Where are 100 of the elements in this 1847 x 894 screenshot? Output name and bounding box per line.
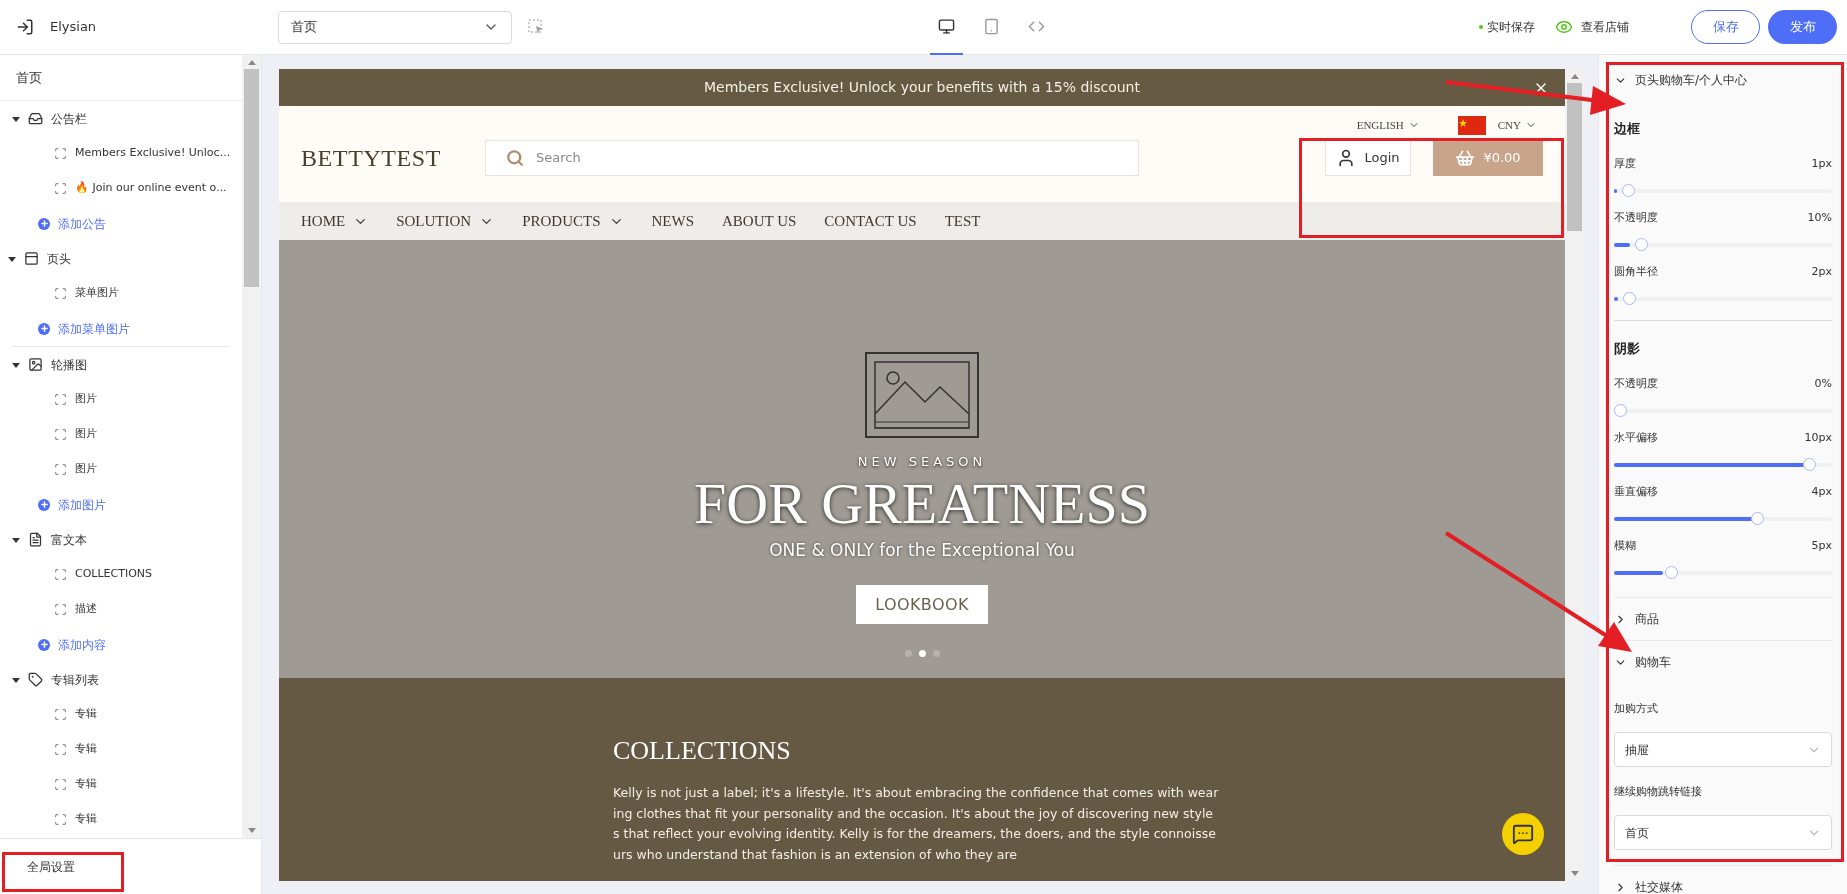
tree-item[interactable]: 菜单图片 [75, 285, 119, 302]
slider-thumb[interactable] [1665, 566, 1679, 579]
add-link[interactable]: 添加菜单图片 [58, 319, 130, 338]
tree-item[interactable]: 🔥 Join our online event o... [75, 180, 227, 197]
nav-link[interactable]: TEST [944, 209, 981, 233]
caret-down-icon[interactable] [8, 254, 16, 263]
collections-text: Kelly is not just a label; it's a lifestyle. It's about embracing the confidence that comes with wearing clothes that fit your personality and the occasion. It's about the joy of discovering new styles that reflect your evolving identity. Kelly is for the dreamers, the doers, and the style connoisseurs who understand that fashion is an extension of who they are [613, 784, 1219, 864]
slider-track[interactable] [1614, 292, 1832, 305]
select-element-icon[interactable] [528, 19, 544, 35]
caret-down-icon[interactable] [12, 114, 20, 123]
select-field[interactable]: 首页 [1614, 815, 1832, 850]
slider-thumb[interactable] [1614, 404, 1627, 417]
scroll-down-icon[interactable] [1570, 871, 1579, 876]
add-icon [38, 638, 50, 651]
slider-thumb[interactable] [1634, 238, 1648, 251]
slider-track[interactable] [1614, 512, 1832, 525]
tree-item[interactable]: 图片 [75, 426, 97, 443]
global-settings-link[interactable]: 全局设置 [27, 857, 75, 876]
tree-item[interactable]: COLLECTIONS [75, 566, 153, 583]
field-label: 继续购物跳转链接 [1614, 785, 1703, 799]
collections-title: COLLECTIONS [613, 735, 792, 767]
search-field[interactable]: Search [485, 140, 1139, 176]
slider-value: 5px [1811, 539, 1832, 553]
nav-link[interactable]: HOME [301, 209, 369, 233]
add-link[interactable]: 添加图片 [58, 495, 106, 514]
nav-link[interactable]: SOLUTION [396, 209, 495, 233]
add-link[interactable]: 添加内容 [58, 635, 106, 654]
slider-thumb[interactable] [1622, 184, 1636, 197]
language-select[interactable]: ENGLISH [1356, 116, 1420, 134]
scroll-up-icon[interactable] [247, 60, 256, 65]
bracket-icon [54, 393, 67, 406]
slider-track[interactable] [1614, 184, 1832, 197]
scrollbar[interactable] [242, 55, 261, 838]
select-field[interactable]: 抽屉 [1614, 732, 1832, 767]
tree-item[interactable]: 专辑 [75, 706, 97, 723]
section-label[interactable]: 轮播图 [51, 355, 87, 374]
slider-thumb[interactable] [1623, 292, 1637, 305]
slider-value: 10% [1807, 211, 1832, 225]
add-icon [38, 217, 50, 230]
lookbook-button[interactable]: LOOKBOOK [856, 585, 988, 624]
slider-value: 1px [1811, 157, 1832, 171]
tree-item[interactable]: 专辑 [75, 811, 97, 828]
section-title[interactable]: 商品 [1635, 610, 1659, 628]
scrollbar[interactable] [1565, 69, 1584, 881]
caret-down-icon[interactable] [12, 360, 20, 369]
bracket-icon [54, 778, 67, 791]
site-name: Elysian [50, 18, 98, 37]
bracket-icon [54, 463, 67, 476]
slider-thumb[interactable] [1802, 458, 1816, 471]
bracket-icon [54, 428, 67, 441]
section-title[interactable]: 页头购物车/个人中心 [1635, 71, 1748, 89]
tree-item[interactable]: Members Exclusive! Unloc... [75, 145, 231, 162]
section-label[interactable]: 页头 [47, 249, 71, 268]
view-store-link[interactable]: 查看店铺 [1581, 18, 1629, 36]
caret-down-icon[interactable] [12, 675, 20, 684]
currency-select[interactable]: CNY [1497, 116, 1537, 134]
tree-item[interactable]: 专辑 [75, 741, 97, 758]
scrollbar-thumb[interactable] [1567, 83, 1582, 231]
publish-button[interactable]: 发布 [1768, 10, 1837, 44]
login-button[interactable]: Login [1325, 140, 1411, 176]
tree-item[interactable]: 图片 [75, 461, 97, 478]
basket-icon [1455, 148, 1476, 168]
chat-icon [1512, 823, 1534, 845]
monitor-icon [938, 17, 955, 35]
tag-icon [28, 672, 43, 687]
nav-link[interactable]: PRODUCTS [522, 209, 624, 233]
slider-value: 2px [1811, 265, 1832, 279]
nav-link[interactable]: NEWS [651, 209, 695, 233]
slider-track[interactable] [1614, 566, 1832, 579]
tree-item[interactable]: 图片 [75, 391, 97, 408]
scroll-up-icon[interactable] [1570, 74, 1579, 79]
slider-value: 0% [1814, 377, 1832, 391]
flag-icon [1457, 115, 1486, 135]
slider-label: 水平偏移 [1614, 431, 1658, 445]
eye-icon [1555, 18, 1573, 36]
exit-icon[interactable] [16, 18, 34, 36]
caret-down-icon[interactable] [12, 535, 20, 544]
section-title[interactable]: 社交媒体 [1635, 878, 1683, 894]
section-label[interactable]: 专辑列表 [51, 670, 99, 689]
add-link[interactable]: 添加公告 [58, 214, 106, 233]
nav-link[interactable]: CONTACT US [824, 209, 917, 233]
slider-label: 不透明度 [1614, 211, 1658, 225]
chat-button[interactable] [1502, 813, 1544, 855]
slider-value: 10px [1804, 431, 1832, 445]
slider-thumb[interactable] [1751, 512, 1765, 525]
section-label[interactable]: 富文本 [51, 530, 87, 549]
tree-item[interactable]: 专辑 [75, 776, 97, 793]
scrollbar-thumb[interactable] [244, 69, 259, 287]
tree-item[interactable]: 描述 [75, 601, 97, 618]
scroll-down-icon[interactable] [247, 828, 256, 833]
slider-value: 4px [1811, 485, 1832, 499]
slider-track[interactable] [1614, 458, 1832, 471]
page-select[interactable]: 首页 [278, 10, 512, 44]
slider-label: 不透明度 [1614, 377, 1658, 391]
slider-track[interactable] [1614, 404, 1832, 417]
section-label[interactable]: 公告栏 [51, 109, 87, 128]
store-logo[interactable]: BETTYTEST [301, 140, 461, 176]
nav-link[interactable]: ABOUT US [722, 209, 797, 233]
slider-track[interactable] [1614, 238, 1832, 251]
section-title[interactable]: 购物车 [1635, 653, 1671, 671]
